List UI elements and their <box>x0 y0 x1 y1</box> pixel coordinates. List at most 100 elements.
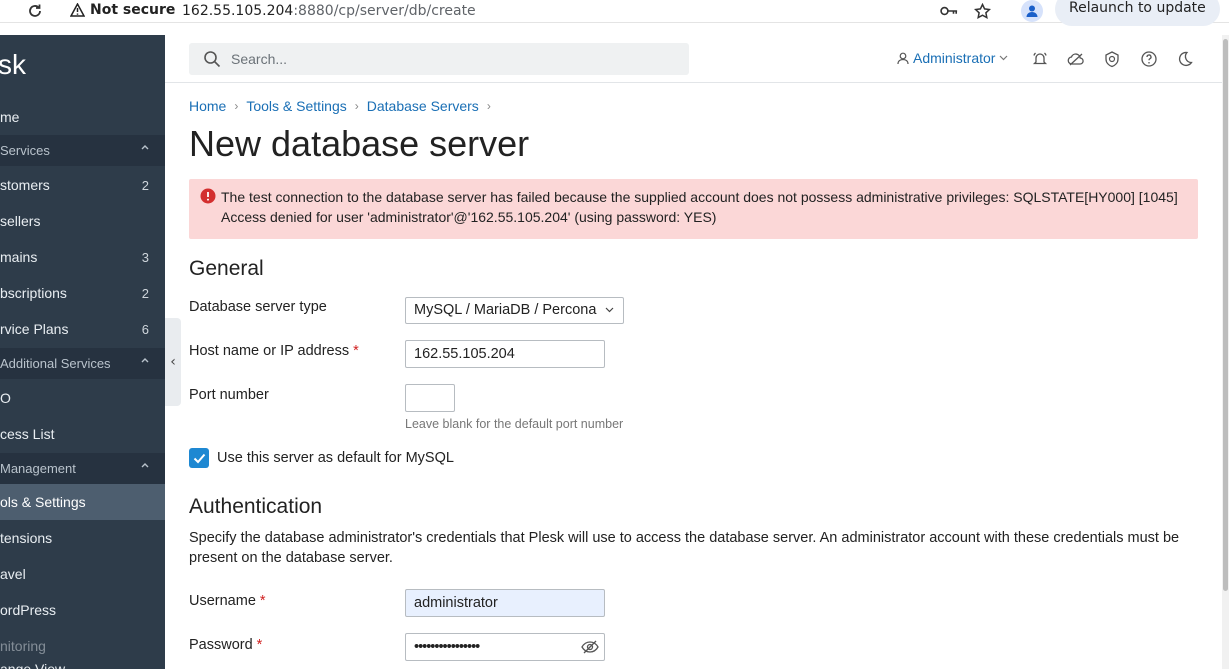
cloud-icon[interactable] <box>1067 50 1085 68</box>
chevron-down-icon <box>1000 55 1008 61</box>
sidebar-item-label: ols & Settings <box>0 494 86 510</box>
sidebar-item-label: sellers <box>0 213 41 229</box>
hide-password-icon[interactable] <box>581 640 599 654</box>
chevron-up-icon <box>141 145 149 150</box>
user-icon <box>897 52 909 64</box>
notifications-icon[interactable] <box>1031 50 1049 68</box>
section-title-general: General <box>189 257 264 280</box>
sidebar-item-count: 2 <box>141 177 149 193</box>
sidebar-item-label: stomers <box>0 177 50 193</box>
help-icon[interactable] <box>1140 50 1158 68</box>
section-title-authentication: Authentication <box>189 495 323 518</box>
plesk-logo[interactable]: sk <box>0 49 26 81</box>
required-mark: * <box>353 343 359 359</box>
host-input[interactable] <box>405 340 605 368</box>
chevron-up-icon <box>141 463 149 468</box>
search-box[interactable] <box>189 43 689 75</box>
url-host: 162.55.105.204 <box>182 3 294 19</box>
chevron-up-icon <box>141 358 149 363</box>
required-mark: * <box>256 637 263 653</box>
password-label-text: Password <box>189 637 253 653</box>
username-label-text: Username <box>189 593 256 609</box>
required-mark: * <box>259 593 266 609</box>
server-type-value: MySQL / MariaDB / Percona <box>414 302 597 318</box>
port-label: Port number <box>189 387 269 403</box>
sidebar-group-services[interactable]: Services <box>0 135 165 166</box>
sidebar-item-customers[interactable]: stomers 2 <box>0 167 165 203</box>
sidebar-item-subscriptions[interactable]: bscriptions 2 <box>0 275 165 311</box>
page-scrollbar[interactable] <box>1222 35 1229 669</box>
user-menu[interactable]: Administrator <box>897 50 1008 66</box>
sidebar-item-label: rvice Plans <box>0 321 69 337</box>
sidebar-item-label: avel <box>0 566 26 582</box>
security-indicator[interactable]: Not secure <box>70 2 175 18</box>
key-icon[interactable] <box>940 2 958 20</box>
sidebar-item-label: cess List <box>0 426 55 442</box>
breadcrumb-database-servers[interactable]: Database Servers <box>367 98 479 114</box>
sidebar-item-home[interactable]: me <box>0 99 165 135</box>
sidebar-item-resellers[interactable]: sellers <box>0 203 165 239</box>
scrollbar-thumb[interactable] <box>1223 39 1228 591</box>
dark-mode-icon[interactable] <box>1176 50 1194 68</box>
port-input[interactable] <box>405 384 455 412</box>
breadcrumb-home[interactable]: Home <box>189 98 226 114</box>
url-path: :8880/cp/server/db/create <box>293 3 476 19</box>
breadcrumb-tools-settings[interactable]: Tools & Settings <box>246 98 346 114</box>
password-label: Password * <box>189 637 262 653</box>
error-icon <box>200 188 216 204</box>
sidebar-item-service-plans[interactable]: rvice Plans 6 <box>0 311 165 347</box>
sidebar-group-additional-services[interactable]: Additional Services <box>0 348 165 379</box>
sidebar-item-label: mains <box>0 249 38 265</box>
reload-icon[interactable] <box>26 2 44 20</box>
sidebar-group-label: Management <box>0 461 76 476</box>
host-label: Host name or IP address * <box>189 343 359 359</box>
sidebar-collapse-button[interactable]: ‹ <box>165 318 181 406</box>
sidebar-item-label: ange View <box>0 661 66 669</box>
host-label-text: Host name or IP address <box>189 343 350 359</box>
search-icon <box>204 51 221 68</box>
sidebar-group-label: Additional Services <box>0 356 111 371</box>
chevron-left-icon: ‹ <box>170 354 176 370</box>
sidebar-item-label: O <box>0 390 11 406</box>
top-header: Administrator <box>165 35 1229 83</box>
default-server-checkbox[interactable] <box>189 448 209 468</box>
sidebar-group-management[interactable]: Management <box>0 453 165 484</box>
search-input[interactable] <box>231 43 671 75</box>
sidebar-item-seo[interactable]: O <box>0 380 165 416</box>
not-secure-label: Not secure <box>90 2 176 18</box>
password-input[interactable] <box>405 633 605 661</box>
auth-description: Specify the database administrator's cre… <box>189 530 1180 566</box>
chevron-down-icon <box>605 307 614 313</box>
warning-icon <box>70 3 85 17</box>
profile-avatar[interactable] <box>1021 0 1043 22</box>
server-type-select[interactable]: MySQL / MariaDB / Percona <box>405 297 624 324</box>
username-label: Username * <box>189 593 266 609</box>
sidebar-item-label: tensions <box>0 530 53 546</box>
breadcrumb: Home › Tools & Settings › Database Serve… <box>189 98 491 114</box>
page-title: New database server <box>189 123 530 164</box>
sidebar-item-laravel[interactable]: avel <box>0 556 165 592</box>
sidebar-item-domains[interactable]: mains 3 <box>0 239 165 275</box>
address-bar[interactable]: 162.55.105.204:8880/cp/server/db/create <box>182 3 476 19</box>
user-name: Administrator <box>913 50 996 66</box>
default-server-label[interactable]: Use this server as default for MySQL <box>217 450 454 466</box>
sidebar-item-tools-settings[interactable]: ols & Settings <box>0 484 165 520</box>
person-icon <box>1026 5 1038 17</box>
username-input[interactable] <box>405 589 605 617</box>
sidebar-item-wordpress[interactable]: ordPress <box>0 592 165 628</box>
sidebar: sk me Services stomers 2 sellers mains 3… <box>0 35 165 669</box>
sidebar-item-change-view[interactable]: ange View <box>0 651 165 669</box>
sidebar-item-label: ordPress <box>0 602 57 618</box>
sidebar-item-extensions[interactable]: tensions <box>0 520 165 556</box>
error-message: The test connection to the database serv… <box>221 189 1178 225</box>
bookmark-star-icon[interactable] <box>973 2 991 20</box>
relaunch-button[interactable]: Relaunch to update <box>1055 0 1220 26</box>
sidebar-item-access-list[interactable]: cess List <box>0 416 165 452</box>
breadcrumb-separator-icon: › <box>234 99 239 113</box>
error-alert: The test connection to the database serv… <box>189 179 1198 239</box>
shield-icon[interactable] <box>1103 50 1121 68</box>
sidebar-item-count: 2 <box>141 285 149 301</box>
sidebar-item-label: me <box>0 109 20 125</box>
server-type-label: Database server type <box>189 299 327 315</box>
breadcrumb-separator-icon: › <box>354 99 359 113</box>
